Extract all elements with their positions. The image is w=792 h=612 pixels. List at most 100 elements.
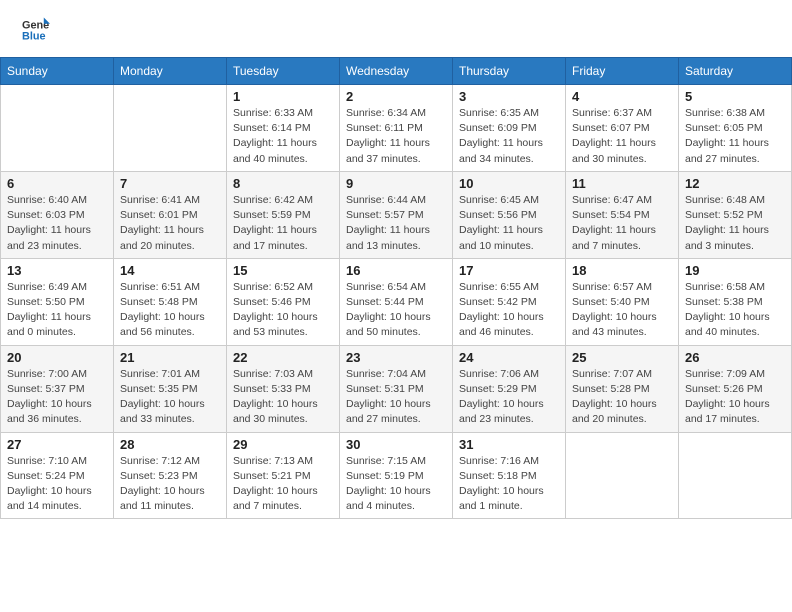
day-info: Sunrise: 6:35 AMSunset: 6:09 PMDaylight:… [459,106,559,167]
day-info: Sunrise: 6:44 AMSunset: 5:57 PMDaylight:… [346,193,446,254]
day-info: Sunrise: 6:48 AMSunset: 5:52 PMDaylight:… [685,193,785,254]
day-cell: 13 Sunrise: 6:49 AMSunset: 5:50 PMDayligh… [1,258,114,345]
day-cell: 18 Sunrise: 6:57 AMSunset: 5:40 PMDayligh… [566,258,679,345]
day-cell: 6 Sunrise: 6:40 AMSunset: 6:03 PMDaylight… [1,171,114,258]
week-row: 13 Sunrise: 6:49 AMSunset: 5:50 PMDayligh… [1,258,792,345]
day-info: Sunrise: 7:13 AMSunset: 5:21 PMDaylight:… [233,454,333,515]
day-info: Sunrise: 6:38 AMSunset: 6:05 PMDaylight:… [685,106,785,167]
day-number: 24 [459,350,559,365]
day-cell: 7 Sunrise: 6:41 AMSunset: 6:01 PMDaylight… [114,171,227,258]
day-number: 14 [120,263,220,278]
header: General Blue [0,0,792,57]
day-number: 11 [572,176,672,191]
day-cell: 5 Sunrise: 6:38 AMSunset: 6:05 PMDaylight… [679,85,792,172]
day-info: Sunrise: 6:54 AMSunset: 5:44 PMDaylight:… [346,280,446,341]
day-cell: 23 Sunrise: 7:04 AMSunset: 5:31 PMDayligh… [340,345,453,432]
day-cell: 22Sunrise: 7:03 AMSunset: 5:33 PMDayligh… [227,345,340,432]
day-info: Sunrise: 6:55 AMSunset: 5:42 PMDaylight:… [459,280,559,341]
day-info: Sunrise: 7:10 AMSunset: 5:24 PMDaylight:… [7,454,107,515]
header-cell-monday: Monday [114,58,227,85]
day-info: Sunrise: 6:52 AMSunset: 5:46 PMDaylight:… [233,280,333,341]
header-cell-saturday: Saturday [679,58,792,85]
calendar-header: SundayMondayTuesdayWednesdayThursdayFrid… [1,58,792,85]
day-cell: 3 Sunrise: 6:35 AMSunset: 6:09 PMDaylight… [453,85,566,172]
day-number: 6 [7,176,107,191]
header-cell-wednesday: Wednesday [340,58,453,85]
day-info: Sunrise: 6:42 AMSunset: 5:59 PMDaylight:… [233,193,333,254]
day-cell: 9Sunrise: 6:44 AMSunset: 5:57 PMDaylight… [340,171,453,258]
day-cell: 12Sunrise: 6:48 AMSunset: 5:52 PMDayligh… [679,171,792,258]
day-number: 7 [120,176,220,191]
day-info: Sunrise: 6:57 AMSunset: 5:40 PMDaylight:… [572,280,672,341]
header-cell-sunday: Sunday [1,58,114,85]
header-cell-tuesday: Tuesday [227,58,340,85]
day-number: 20 [7,350,107,365]
day-number: 26 [685,350,785,365]
day-number: 30 [346,437,446,452]
header-row: SundayMondayTuesdayWednesdayThursdayFrid… [1,58,792,85]
day-number: 15 [233,263,333,278]
day-cell: 2 Sunrise: 6:34 AMSunset: 6:11 PMDaylight… [340,85,453,172]
day-cell: 30Sunrise: 7:15 AMSunset: 5:19 PMDayligh… [340,432,453,519]
day-info: Sunrise: 6:33 AMSunset: 6:14 PMDaylight:… [233,106,333,167]
day-info: Sunrise: 7:00 AMSunset: 5:37 PMDaylight:… [7,367,107,428]
day-info: Sunrise: 7:03 AMSunset: 5:33 PMDaylight:… [233,367,333,428]
day-number: 16 [346,263,446,278]
day-number: 5 [685,89,785,104]
day-info: Sunrise: 6:37 AMSunset: 6:07 PMDaylight:… [572,106,672,167]
logo-icon: General Blue [22,16,50,44]
day-cell: 31Sunrise: 7:16 AMSunset: 5:18 PMDayligh… [453,432,566,519]
day-info: Sunrise: 6:41 AMSunset: 6:01 PMDaylight:… [120,193,220,254]
day-number: 2 [346,89,446,104]
logo: General Blue [20,16,50,49]
day-cell: 15 Sunrise: 6:52 AMSunset: 5:46 PMDayligh… [227,258,340,345]
day-cell [1,85,114,172]
day-info: Sunrise: 6:58 AMSunset: 5:38 PMDaylight:… [685,280,785,341]
day-number: 1 [233,89,333,104]
day-info: Sunrise: 6:49 AMSunset: 5:50 PMDaylight:… [7,280,107,341]
day-info: Sunrise: 6:40 AMSunset: 6:03 PMDaylight:… [7,193,107,254]
day-number: 4 [572,89,672,104]
day-number: 21 [120,350,220,365]
day-number: 28 [120,437,220,452]
day-cell: 19 Sunrise: 6:58 AMSunset: 5:38 PMDayligh… [679,258,792,345]
day-number: 23 [346,350,446,365]
week-row: 1 Sunrise: 6:33 AMSunset: 6:14 PMDaylight… [1,85,792,172]
day-number: 27 [7,437,107,452]
day-number: 18 [572,263,672,278]
day-cell: 11 Sunrise: 6:47 AMSunset: 5:54 PMDayligh… [566,171,679,258]
day-info: Sunrise: 7:16 AMSunset: 5:18 PMDaylight:… [459,454,559,515]
day-number: 19 [685,263,785,278]
day-number: 13 [7,263,107,278]
day-cell [114,85,227,172]
day-info: Sunrise: 6:51 AMSunset: 5:48 PMDaylight:… [120,280,220,341]
day-cell: 1 Sunrise: 6:33 AMSunset: 6:14 PMDaylight… [227,85,340,172]
day-cell: 16 Sunrise: 6:54 AMSunset: 5:44 PMDayligh… [340,258,453,345]
day-cell: 8 Sunrise: 6:42 AMSunset: 5:59 PMDaylight… [227,171,340,258]
day-cell: 14 Sunrise: 6:51 AMSunset: 5:48 PMDayligh… [114,258,227,345]
day-info: Sunrise: 7:01 AMSunset: 5:35 PMDaylight:… [120,367,220,428]
day-cell: 17Sunrise: 6:55 AMSunset: 5:42 PMDayligh… [453,258,566,345]
day-cell [566,432,679,519]
day-info: Sunrise: 7:12 AMSunset: 5:23 PMDaylight:… [120,454,220,515]
day-cell: 21 Sunrise: 7:01 AMSunset: 5:35 PMDayligh… [114,345,227,432]
day-info: Sunrise: 6:45 AMSunset: 5:56 PMDaylight:… [459,193,559,254]
day-number: 3 [459,89,559,104]
week-row: 20 Sunrise: 7:00 AMSunset: 5:37 PMDayligh… [1,345,792,432]
day-info: Sunrise: 7:04 AMSunset: 5:31 PMDaylight:… [346,367,446,428]
day-cell: 10 Sunrise: 6:45 AMSunset: 5:56 PMDayligh… [453,171,566,258]
page: General Blue SundayMondayTuesdayWednesda… [0,0,792,612]
week-row: 27 Sunrise: 7:10 AMSunset: 5:24 PMDayligh… [1,432,792,519]
day-number: 29 [233,437,333,452]
day-cell: 29 Sunrise: 7:13 AMSunset: 5:21 PMDayligh… [227,432,340,519]
header-cell-friday: Friday [566,58,679,85]
week-row: 6 Sunrise: 6:40 AMSunset: 6:03 PMDaylight… [1,171,792,258]
day-info: Sunrise: 7:06 AMSunset: 5:29 PMDaylight:… [459,367,559,428]
day-cell: 24 Sunrise: 7:06 AMSunset: 5:29 PMDayligh… [453,345,566,432]
day-number: 8 [233,176,333,191]
day-number: 10 [459,176,559,191]
day-info: Sunrise: 6:47 AMSunset: 5:54 PMDaylight:… [572,193,672,254]
day-cell: 27 Sunrise: 7:10 AMSunset: 5:24 PMDayligh… [1,432,114,519]
day-info: Sunrise: 6:34 AMSunset: 6:11 PMDaylight:… [346,106,446,167]
day-info: Sunrise: 7:07 AMSunset: 5:28 PMDaylight:… [572,367,672,428]
